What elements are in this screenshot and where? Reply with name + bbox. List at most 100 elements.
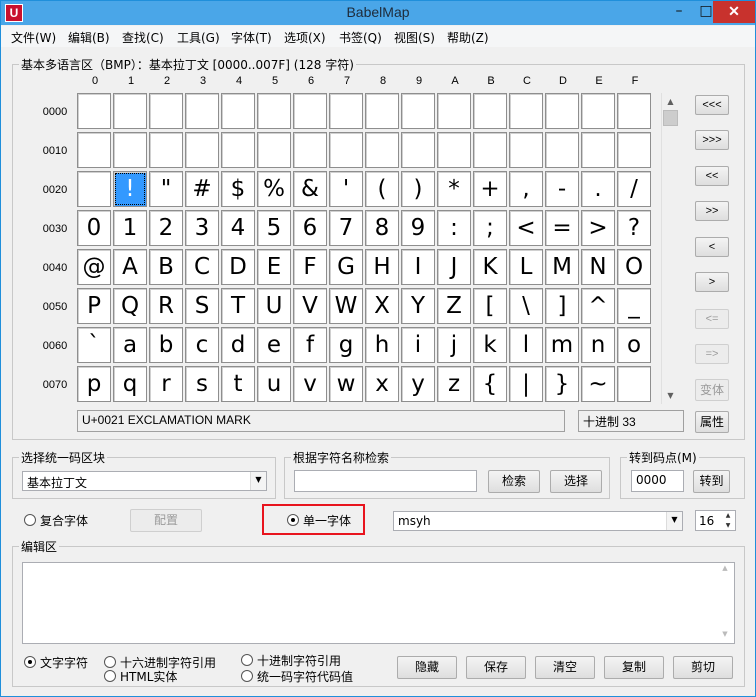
- nav-prev-button[interactable]: <: [695, 237, 729, 257]
- option-html-entity-radio[interactable]: [104, 670, 116, 682]
- clear-button[interactable]: 清空: [535, 656, 595, 679]
- option-text-label[interactable]: 文字字符: [40, 654, 88, 671]
- char-cell[interactable]: ]: [545, 288, 579, 324]
- composite-font-radio[interactable]: [24, 514, 36, 526]
- edit-scrollbar[interactable]: ▲ ▼: [718, 564, 732, 642]
- char-cell[interactable]: k: [473, 327, 507, 363]
- char-cell[interactable]: C: [185, 249, 219, 285]
- char-cell[interactable]: 2: [149, 210, 183, 246]
- char-cell[interactable]: Y: [401, 288, 435, 324]
- font-name-dropdown[interactable]: msyh ▼: [393, 511, 683, 531]
- char-cell[interactable]: Z: [437, 288, 471, 324]
- option-hex-ref-radio[interactable]: [104, 656, 116, 668]
- save-button[interactable]: 保存: [466, 656, 526, 679]
- menu-bookmarks[interactable]: 书签(Q): [339, 29, 382, 46]
- char-cell[interactable]: \: [509, 288, 543, 324]
- char-cell[interactable]: e: [257, 327, 291, 363]
- char-cell[interactable]: V: [293, 288, 327, 324]
- char-cell[interactable]: @: [77, 249, 111, 285]
- spin-down-icon[interactable]: ▼: [721, 521, 735, 530]
- nav-next-block-button[interactable]: >>: [695, 201, 729, 221]
- block-select-dropdown[interactable]: 基本拉丁文 ▼: [22, 471, 267, 491]
- scroll-up-icon[interactable]: ▲: [662, 93, 679, 110]
- char-cell[interactable]: -: [545, 171, 579, 207]
- char-cell[interactable]: m: [545, 327, 579, 363]
- scroll-down-icon[interactable]: ▼: [662, 387, 679, 404]
- char-cell[interactable]: f: [293, 327, 327, 363]
- char-cell[interactable]: h: [365, 327, 399, 363]
- char-cell[interactable]: [509, 93, 543, 129]
- menu-view[interactable]: 视图(S): [394, 29, 435, 46]
- char-cell[interactable]: ,: [509, 171, 543, 207]
- char-cell[interactable]: [401, 93, 435, 129]
- char-cell[interactable]: i: [401, 327, 435, 363]
- spin-up-icon[interactable]: ▲: [721, 511, 735, 520]
- char-cell[interactable]: 6: [293, 210, 327, 246]
- option-dec-ref-radio[interactable]: [241, 654, 253, 666]
- char-cell[interactable]: [365, 132, 399, 168]
- char-cell[interactable]: ~: [581, 366, 615, 402]
- char-cell[interactable]: z: [437, 366, 471, 402]
- char-cell[interactable]: N: [581, 249, 615, 285]
- char-cell[interactable]: :: [437, 210, 471, 246]
- char-cell[interactable]: {: [473, 366, 507, 402]
- char-cell[interactable]: %: [257, 171, 291, 207]
- search-button[interactable]: 检索: [488, 470, 540, 493]
- font-size-spinner[interactable]: 16 ▲ ▼: [695, 510, 736, 531]
- cut-button[interactable]: 剪切: [673, 656, 733, 679]
- name-search-input[interactable]: [294, 470, 477, 492]
- char-cell[interactable]: ": [149, 171, 183, 207]
- char-cell[interactable]: P: [77, 288, 111, 324]
- char-cell[interactable]: `: [77, 327, 111, 363]
- char-cell[interactable]: ': [329, 171, 363, 207]
- char-cell[interactable]: 3: [185, 210, 219, 246]
- nav-forward-button[interactable]: =>: [695, 344, 729, 364]
- char-cell[interactable]: _: [617, 288, 651, 324]
- char-cell[interactable]: ): [401, 171, 435, 207]
- menu-help[interactable]: 帮助(Z): [447, 29, 489, 46]
- char-cell[interactable]: a: [113, 327, 147, 363]
- configure-button[interactable]: 配置: [130, 509, 202, 532]
- option-dec-ref-label[interactable]: 十进制字符引用: [257, 652, 341, 669]
- menu-font[interactable]: 字体(T): [231, 29, 272, 46]
- char-cell[interactable]: *: [437, 171, 471, 207]
- char-cell[interactable]: ?: [617, 210, 651, 246]
- char-cell[interactable]: [113, 132, 147, 168]
- char-cell[interactable]: [185, 93, 219, 129]
- char-cell[interactable]: H: [365, 249, 399, 285]
- char-cell[interactable]: g: [329, 327, 363, 363]
- menu-edit[interactable]: 编辑(B): [68, 29, 110, 46]
- grid-scrollbar[interactable]: ▲ ▼: [661, 93, 678, 404]
- char-cell[interactable]: [545, 93, 579, 129]
- char-cell[interactable]: [365, 93, 399, 129]
- edit-textarea[interactable]: [22, 562, 735, 644]
- nav-first-button[interactable]: <<<: [695, 95, 729, 115]
- char-cell[interactable]: /: [617, 171, 651, 207]
- menu-options[interactable]: 选项(X): [284, 29, 326, 46]
- char-cell[interactable]: [329, 132, 363, 168]
- char-cell[interactable]: 9: [401, 210, 435, 246]
- char-cell[interactable]: D: [221, 249, 255, 285]
- menu-tools[interactable]: 工具(G): [177, 29, 220, 46]
- single-font-radio[interactable]: [287, 514, 299, 526]
- char-cell[interactable]: w: [329, 366, 363, 402]
- composite-font-label[interactable]: 复合字体: [40, 512, 88, 529]
- char-cell[interactable]: d: [221, 327, 255, 363]
- char-cell[interactable]: [293, 132, 327, 168]
- scroll-down-icon[interactable]: ▼: [718, 630, 732, 638]
- char-cell[interactable]: (: [365, 171, 399, 207]
- char-cell[interactable]: [437, 93, 471, 129]
- char-cell[interactable]: [113, 93, 147, 129]
- char-cell[interactable]: [149, 132, 183, 168]
- char-cell[interactable]: <: [509, 210, 543, 246]
- char-cell[interactable]: 7: [329, 210, 363, 246]
- char-cell[interactable]: #: [185, 171, 219, 207]
- char-cell[interactable]: t: [221, 366, 255, 402]
- scroll-thumb[interactable]: [663, 110, 678, 126]
- char-cell[interactable]: [293, 93, 327, 129]
- goto-codepoint-input[interactable]: 0000: [631, 470, 684, 492]
- char-cell[interactable]: 1: [113, 210, 147, 246]
- goto-button[interactable]: 转到: [693, 470, 730, 493]
- char-cell[interactable]: [77, 132, 111, 168]
- char-cell[interactable]: 5: [257, 210, 291, 246]
